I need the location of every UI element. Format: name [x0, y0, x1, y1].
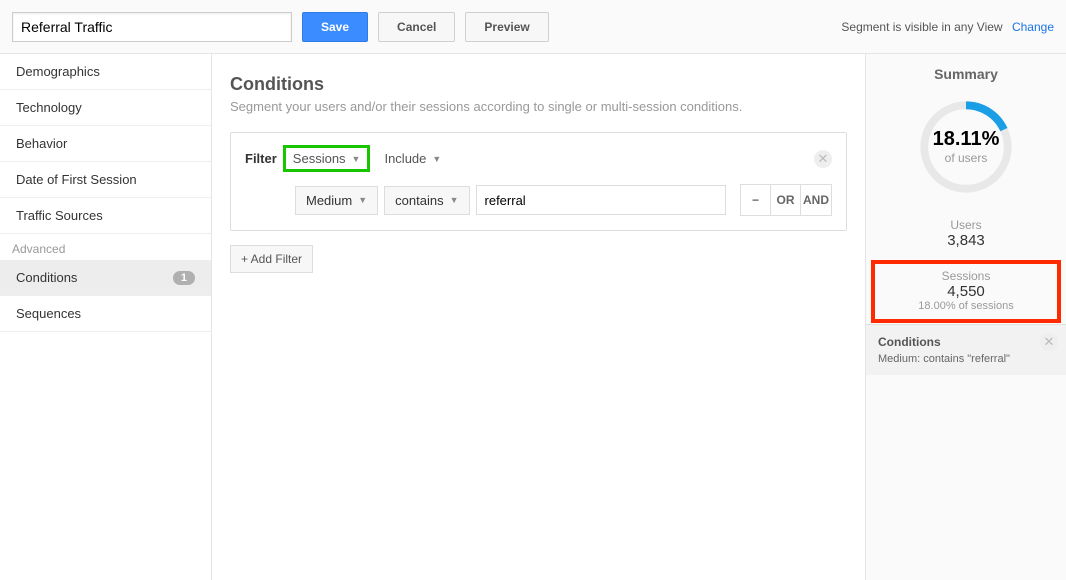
filter-box: Filter Sessions ▼ Include ▼ ✕ Medium ▼ c… — [230, 132, 847, 231]
change-link[interactable]: Change — [1012, 20, 1054, 34]
chevron-down-icon: ▼ — [352, 154, 361, 164]
main-panel: Conditions Segment your users and/or the… — [212, 54, 866, 580]
remove-filter-icon[interactable]: ✕ — [814, 150, 832, 168]
and-button[interactable]: AND — [801, 185, 831, 215]
donut-sublabel: of users — [901, 151, 1031, 165]
section-title: Conditions — [230, 74, 847, 95]
dimension-dropdown[interactable]: Medium ▼ — [295, 186, 378, 215]
sidebar-item-conditions[interactable]: Conditions 1 — [0, 260, 211, 296]
dimension-dropdown-value: Medium — [306, 193, 352, 208]
donut-percent: 18.11% — [901, 128, 1031, 151]
conditions-card-title: Conditions — [878, 335, 1054, 349]
save-button[interactable]: Save — [302, 12, 368, 42]
cancel-button[interactable]: Cancel — [378, 12, 455, 42]
sidebar-item-label: Conditions — [16, 270, 77, 285]
sidebar-item-behavior[interactable]: Behavior — [0, 126, 211, 162]
rule-operators: − OR AND — [740, 184, 832, 216]
summary-panel: Summary 18.11% of users Users 3,843 Sess… — [866, 54, 1066, 580]
scope-dropdown-value: Sessions — [293, 151, 346, 166]
add-filter-button[interactable]: + Add Filter — [230, 245, 313, 273]
summary-title: Summary — [866, 66, 1066, 82]
match-type-dropdown[interactable]: contains ▼ — [384, 186, 469, 215]
section-description: Segment your users and/or their sessions… — [230, 99, 847, 114]
filter-head: Filter Sessions ▼ Include ▼ ✕ — [245, 147, 832, 170]
sessions-sublabel: 18.00% of sessions — [872, 300, 1060, 312]
visibility-text: Segment is visible in any View — [841, 20, 1002, 34]
conditions-card: ✕ Conditions Medium: contains "referral" — [866, 324, 1066, 375]
remove-condition-icon[interactable]: ✕ — [1040, 333, 1058, 351]
filter-label: Filter — [245, 151, 277, 166]
users-label: Users — [866, 218, 1066, 232]
include-dropdown-value: Include — [384, 151, 426, 166]
stat-users: Users 3,843 — [866, 212, 1066, 259]
preview-button[interactable]: Preview — [465, 12, 548, 42]
sidebar: Demographics Technology Behavior Date of… — [0, 54, 212, 580]
sidebar-item-technology[interactable]: Technology — [0, 90, 211, 126]
match-type-dropdown-value: contains — [395, 193, 443, 208]
rule-row: Medium ▼ contains ▼ − OR AND — [245, 184, 832, 216]
or-button[interactable]: OR — [771, 185, 801, 215]
scope-dropdown[interactable]: Sessions ▼ — [285, 147, 369, 170]
chevron-down-icon: ▼ — [450, 195, 459, 205]
topbar: Save Cancel Preview Segment is visible i… — [0, 0, 1066, 54]
stat-sessions: Sessions 4,550 18.00% of sessions — [872, 261, 1060, 322]
sidebar-item-demographics[interactable]: Demographics — [0, 54, 211, 90]
donut-chart: 18.11% of users — [866, 92, 1066, 202]
chevron-down-icon: ▼ — [358, 195, 367, 205]
chevron-down-icon: ▼ — [432, 154, 441, 164]
visibility-note: Segment is visible in any View Change — [841, 20, 1054, 34]
remove-rule-button[interactable]: − — [741, 185, 771, 215]
users-value: 3,843 — [866, 232, 1066, 249]
sessions-label: Sessions — [872, 269, 1060, 283]
sidebar-item-date-first-session[interactable]: Date of First Session — [0, 162, 211, 198]
sidebar-item-traffic-sources[interactable]: Traffic Sources — [0, 198, 211, 234]
conditions-count-badge: 1 — [173, 271, 195, 285]
sidebar-item-sequences[interactable]: Sequences — [0, 296, 211, 332]
conditions-card-body: Medium: contains "referral" — [878, 353, 1054, 365]
sessions-value: 4,550 — [872, 283, 1060, 300]
filter-value-input[interactable] — [476, 185, 726, 215]
include-dropdown[interactable]: Include ▼ — [376, 147, 449, 170]
segment-name-input[interactable] — [12, 12, 292, 42]
sidebar-section-advanced: Advanced — [0, 234, 211, 260]
